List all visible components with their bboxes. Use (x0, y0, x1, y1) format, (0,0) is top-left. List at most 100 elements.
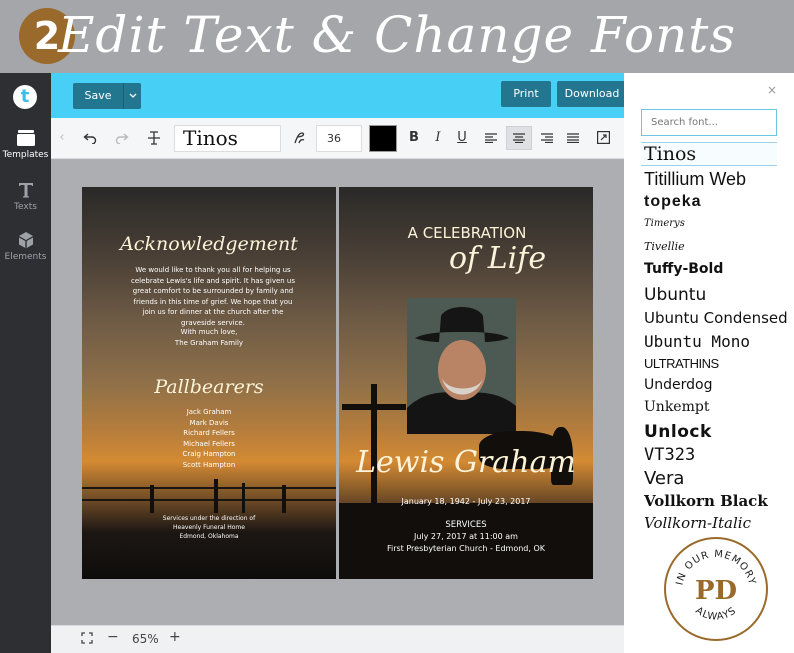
brochure-page-right[interactable]: A CELEBRATION of Life Lewis Graham Janua… (339, 187, 593, 579)
cowboy-portrait-image (407, 298, 516, 434)
resize-button[interactable] (592, 126, 614, 150)
service-time[interactable]: July 27, 2017 at 11:00 am (339, 532, 593, 543)
elements-icon (18, 232, 33, 248)
italic-button[interactable]: I (428, 126, 448, 150)
bold-button[interactable]: B (404, 126, 424, 150)
service-place[interactable]: First Presbyterian Church - Edmond, OK (339, 544, 593, 555)
celebration-title[interactable]: A CELEBRATION (387, 224, 547, 242)
fullscreen-icon (81, 632, 93, 644)
font-option[interactable]: Unkempt (644, 399, 709, 415)
chevron-left-icon[interactable]: ‹ (55, 126, 69, 150)
fit-screen-button[interactable] (81, 632, 93, 647)
fence-post (150, 485, 154, 513)
font-option[interactable]: Vollkorn Black (644, 492, 768, 510)
font-search-input[interactable] (641, 109, 777, 136)
services-note-line-3[interactable]: Edmond, Oklahoma (82, 532, 336, 541)
brochure-page-left[interactable]: Acknowledgement We would like to thank y… (82, 187, 336, 579)
acknowledgement-heading[interactable]: Acknowledgement (82, 233, 336, 255)
services-note-line-1[interactable]: Services under the direction of (82, 514, 336, 523)
design-canvas: Acknowledgement We would like to thank y… (51, 159, 624, 625)
save-button[interactable]: Save (73, 83, 123, 109)
font-option[interactable]: Tinos (641, 142, 777, 166)
pallbearer-name[interactable]: Mark Davis (82, 418, 336, 429)
sidebar-item-texts[interactable]: Texts (0, 181, 51, 212)
life-dates[interactable]: January 18, 1942 - July 23, 2017 (339, 497, 593, 508)
font-option[interactable]: VT323 (644, 445, 695, 465)
left-sidebar: t Templates Texts Elements (0, 73, 51, 653)
pallbearer-name[interactable]: Jack Graham (82, 407, 336, 418)
font-size-input[interactable]: 36 (316, 125, 377, 152)
signoff-line-2[interactable]: The Graham Family (82, 338, 336, 349)
text-color-swatch[interactable] (369, 125, 397, 152)
font-family-select[interactable]: Tinos (174, 125, 281, 152)
text-spacing-icon (148, 131, 160, 145)
deceased-name[interactable]: Lewis Graham (339, 445, 593, 480)
font-option[interactable]: Titillium Web (644, 169, 746, 190)
sidebar-item-label: Templates (2, 150, 49, 160)
font-picker-panel: × Tinos Titillium Web topeka Timerys Tiv… (624, 73, 794, 653)
cross-silhouette-vertical (371, 384, 377, 504)
print-button[interactable]: Print (501, 81, 551, 107)
sidebar-item-templates[interactable]: Templates (0, 129, 51, 160)
save-options-button[interactable] (123, 83, 141, 109)
zoom-in-button[interactable]: + (169, 629, 181, 645)
pallbearer-name[interactable]: Michael Fellers (82, 439, 336, 450)
close-icon[interactable]: × (767, 83, 777, 97)
seal-bottom-text: ALWAYS (693, 605, 737, 623)
pallbearer-name[interactable]: Richard Fellers (82, 428, 336, 439)
memorial-seal-logo: IN OUR MEMORY ALWAYS PD (664, 537, 768, 641)
align-justify-button[interactable] (562, 126, 584, 150)
download-button[interactable]: Download (557, 81, 627, 107)
zoom-bar: − 65% + (51, 625, 624, 653)
services-note-line-2[interactable]: Heavenly Funeral Home (82, 523, 336, 532)
acknowledgement-message[interactable]: We would like to thank you all for helpi… (130, 265, 296, 328)
redo-button[interactable] (111, 126, 133, 150)
undo-icon (83, 133, 97, 145)
portrait-photo[interactable] (407, 298, 516, 434)
undo-button[interactable] (79, 126, 101, 150)
align-right-button[interactable] (536, 126, 558, 150)
text-toolbar: ‹ Tinos 36 B I U (51, 118, 624, 159)
fence-post (214, 479, 218, 513)
templates-icon (16, 130, 35, 146)
font-option[interactable]: Timerys (644, 218, 685, 229)
font-option[interactable]: Vera (644, 468, 684, 489)
font-option[interactable]: Tivellie (644, 240, 685, 253)
align-left-button[interactable] (480, 126, 502, 150)
align-right-icon (541, 133, 553, 144)
seal-monogram: PD (695, 576, 737, 606)
pallbearer-name[interactable]: Craig Hampton (82, 449, 336, 460)
svg-text:ALWAYS: ALWAYS (693, 605, 738, 623)
underline-button[interactable]: U (452, 126, 472, 150)
zoom-level: 65% (132, 632, 159, 646)
editor-header: Save Print Download (51, 73, 627, 118)
align-center-button[interactable] (506, 126, 532, 150)
font-option[interactable]: Tuffy-Bold (644, 261, 723, 277)
font-option[interactable]: Ubuntu Condensed (644, 309, 788, 327)
font-size-value: 36 (327, 132, 341, 145)
signoff-line-1[interactable]: With much love, (82, 327, 336, 338)
fence-rail (82, 499, 336, 501)
sidebar-item-elements[interactable]: Elements (0, 231, 51, 262)
font-option[interactable]: ULTRATHINS (644, 356, 719, 371)
font-option[interactable]: Unlock (644, 422, 712, 442)
memorial-seal-icon: IN OUR MEMORY ALWAYS PD (675, 549, 757, 623)
app-logo-icon[interactable]: t (13, 85, 37, 109)
fence-post (282, 485, 286, 513)
services-label[interactable]: SERVICES (339, 520, 593, 531)
pallbearer-name[interactable]: Scott Hampton (82, 460, 336, 471)
zoom-out-button[interactable]: − (107, 629, 119, 645)
font-option[interactable]: Ubuntu Mono (644, 332, 750, 351)
font-option[interactable]: Vollkorn-Italic (644, 514, 751, 532)
sidebar-item-label: Elements (4, 252, 47, 262)
fence-post (242, 483, 245, 513)
text-spacing-button[interactable] (143, 126, 165, 150)
font-option[interactable]: topeka (644, 193, 702, 211)
pallbearers-heading[interactable]: Pallbearers (82, 376, 336, 398)
font-style-button[interactable] (288, 126, 310, 150)
align-left-icon (485, 133, 497, 144)
of-life-title[interactable]: of Life (449, 241, 549, 276)
font-option[interactable]: Underdog (644, 377, 712, 393)
resize-icon (596, 131, 610, 145)
font-option[interactable]: Ubuntu (644, 285, 706, 305)
